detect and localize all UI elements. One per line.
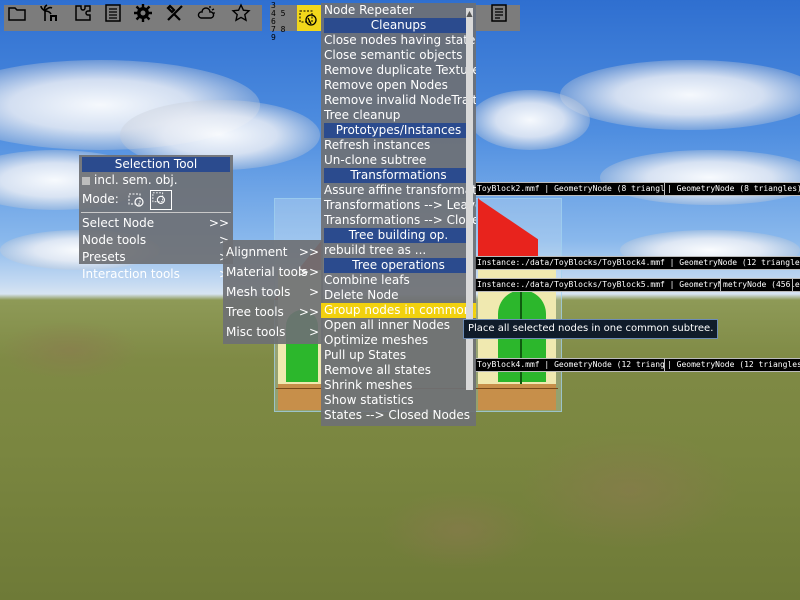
tree-menu-item[interactable]: Optimize meshes [321, 333, 476, 348]
submenu-arrow-icon: >> [298, 305, 319, 319]
scene-node-label: Instance:./data/ToyBlocks/ToyBlock4.mmf … [474, 256, 800, 270]
tree-menu-item[interactable]: Tree cleanup [321, 108, 476, 123]
submenu-arrow-icon: >> [208, 216, 229, 230]
node-tools-menu-item[interactable]: Alignment >> [223, 242, 323, 262]
tree-menu-item[interactable]: Combine leafs [321, 273, 476, 288]
selection-tool-panel: Selection Tool incl. sem. obj. Mode: Sel… [79, 155, 233, 281]
puzzle-icon[interactable] [72, 2, 94, 24]
node-tools-menu-item[interactable]: Mesh tools > [223, 282, 323, 302]
menu-item-label: Mesh tools [226, 285, 291, 299]
weather-icon[interactable] [196, 2, 218, 24]
menu-item-label: Misc tools [226, 325, 286, 339]
tree-menu-item[interactable]: Refresh instances [321, 138, 476, 153]
tree-menu-item[interactable]: rebuild tree as ... [321, 243, 476, 258]
mode-row: Mode: [79, 188, 233, 210]
mode-replace-icon[interactable] [127, 191, 147, 209]
tree-menu-item[interactable]: Transformations --> Closed [321, 213, 476, 228]
mode-add-icon[interactable] [150, 189, 173, 210]
scene-node-label: | GeometryNode (8 triangles) [664, 182, 800, 196]
tree-menu-item[interactable]: Remove all states [321, 363, 476, 378]
gear-icon[interactable] [132, 2, 154, 24]
menu-section-header: Cleanups [324, 18, 473, 33]
tree-menu-item[interactable]: Un-clone subtree [321, 153, 476, 168]
menu-section-header: Prototypes/Instances [324, 123, 473, 138]
node-tools-submenu: Alignment >> Material tools >> Mesh tools > Tr… [223, 240, 323, 344]
tree-menu-item[interactable]: Pull up States [321, 348, 476, 363]
grid-numbers-icon[interactable]: 1 2 3 4 5 6 7 8 9 [271, 0, 293, 42]
menu-item-label: Presets [82, 250, 126, 264]
selection-tool-icon[interactable] [297, 5, 321, 31]
tree-menu-item[interactable]: Delete Node [321, 288, 476, 303]
tree-menu-item[interactable]: States --> Closed Nodes [321, 408, 476, 423]
tree-menu-item[interactable]: Transformations --> Leaves [321, 198, 476, 213]
tree-menu-item[interactable]: Open all inner Nodes [321, 318, 476, 333]
tree-menu-item[interactable]: Remove invalid NodeTraits [321, 93, 476, 108]
grid-row-3: 7 8 9 [271, 25, 286, 42]
mode-label: Mode: [82, 192, 119, 206]
tree-menu-item[interactable]: Group nodes in common su [321, 303, 476, 318]
panel-title: Selection Tool [82, 157, 230, 172]
tree-menu-item[interactable]: Close semantic objects [321, 48, 476, 63]
scene-node-label: metryNode (456 [720, 278, 794, 292]
clipboard-list-icon[interactable] [488, 2, 510, 24]
menu-item-label: Select Node [82, 216, 155, 230]
menu-item-label: Node tools [82, 233, 147, 247]
star-icon[interactable] [230, 2, 252, 24]
menu-item-label: Interaction tools [82, 267, 180, 281]
tooltip: Place all selected nodes in one common s… [463, 319, 719, 339]
checkbox-label: incl. sem. obj. [94, 173, 178, 187]
selection-menu-item[interactable]: Interaction tools> [79, 266, 233, 283]
menu-section-header: Tree building op. [324, 228, 473, 243]
selection-menu-item[interactable]: Node tools> [79, 232, 233, 249]
grid-row-2: 4 5 6 [271, 9, 286, 26]
selection-menu-item[interactable]: Presets> [79, 249, 233, 266]
scene-node-label: ToyBlock4.mmf | GeometryNode (12 triangl… [474, 358, 688, 372]
menu-item-label: Alignment [226, 245, 288, 259]
tree-menu-item[interactable]: Remove open Nodes [321, 78, 476, 93]
menu-item-label: Material tools [226, 265, 308, 279]
divider [81, 212, 231, 213]
document-list-icon[interactable] [102, 2, 124, 24]
tree-menu-item[interactable]: Show statistics [321, 393, 476, 408]
tree-tools-menu: Node Repeater Cleanups Close nodes having… [321, 3, 476, 426]
menu-section-header: Transformations [324, 168, 473, 183]
submenu-arrow-icon: >> [298, 265, 319, 279]
palm-tree-icon[interactable] [38, 2, 60, 24]
menu-section-header: Tree operations [324, 258, 473, 273]
selection-menu-item[interactable]: Select Node >> [79, 215, 233, 232]
tree-menu-item[interactable]: Shrink meshes [321, 378, 476, 393]
tools-icon[interactable] [164, 2, 186, 24]
checkbox-box[interactable] [82, 176, 90, 185]
scene-node-label: | GeometryNode (12 triangles) [664, 358, 800, 372]
submenu-arrow-icon: >> [298, 245, 319, 259]
scene-node-label: ToyBlock2.mmf | GeometryNode (8 triangle… [474, 182, 683, 196]
submenu-arrow-icon: > [308, 325, 319, 339]
node-tools-menu-item[interactable]: Material tools >> [223, 262, 323, 282]
tree-menu-item[interactable]: Assure affine transformatio [321, 183, 476, 198]
node-tools-menu-item[interactable]: Tree tools >> [223, 302, 323, 322]
folder-icon[interactable] [6, 2, 28, 24]
scroll-up-arrow-icon[interactable]: ▲ [466, 10, 473, 18]
tree-menu-item[interactable]: Close nodes having states [321, 33, 476, 48]
include-semantic-objects-checkbox[interactable]: incl. sem. obj. [79, 172, 233, 188]
node-tools-menu-item[interactable]: Misc tools > [223, 322, 323, 342]
submenu-arrow-icon: > [308, 285, 319, 299]
menu-item-label: Tree tools [226, 305, 284, 319]
tree-menu-item[interactable]: Remove duplicate Textures [321, 63, 476, 78]
menu-item-node-repeater[interactable]: Node Repeater [321, 3, 476, 18]
